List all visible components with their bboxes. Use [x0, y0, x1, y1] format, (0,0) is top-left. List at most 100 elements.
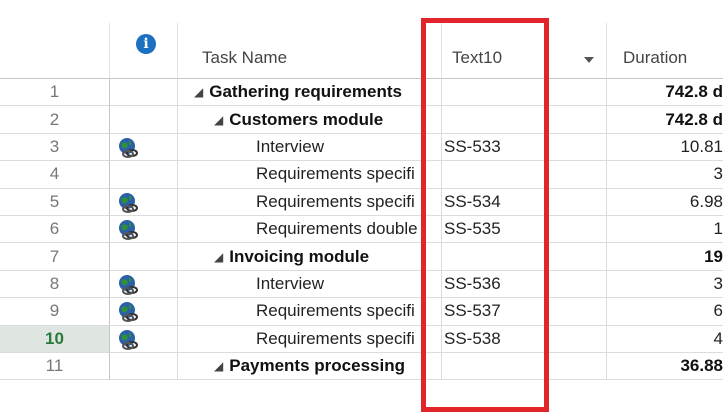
collapse-triangle-icon[interactable]: ◢ [194, 85, 203, 99]
text10-cell[interactable] [442, 243, 607, 271]
globe-link-icon[interactable] [118, 219, 140, 241]
duration-cell[interactable]: 3 [607, 161, 723, 189]
duration-value: 3 [713, 164, 723, 184]
info-icon: i [136, 34, 156, 54]
task-name-cell[interactable]: Interview [178, 270, 442, 299]
row-number[interactable]: 10 [0, 325, 110, 353]
duration-value: 19 [704, 246, 723, 266]
indicators-column-header[interactable]: i [110, 23, 178, 79]
duration-cell[interactable]: 742.8 d [607, 106, 723, 134]
row-number-label: 4 [49, 164, 60, 184]
text10-column-header[interactable]: Text10 [442, 23, 607, 79]
task-name-label: Requirements specifi [256, 301, 415, 321]
text10-cell[interactable] [442, 353, 607, 381]
row-number-label: 1 [49, 82, 60, 102]
duration-cell[interactable]: 742.8 d [607, 79, 723, 107]
duration-cell[interactable]: 1 [607, 216, 723, 244]
duration-value: 36.88 [680, 356, 723, 376]
collapse-triangle-icon[interactable]: ◢ [214, 250, 223, 264]
row-number[interactable]: 2 [0, 106, 110, 134]
globe-link-icon[interactable] [118, 274, 140, 296]
text10-value: SS-534 [444, 191, 501, 211]
duration-value: 742.8 d [665, 82, 723, 102]
duration-cell[interactable]: 19 [607, 243, 723, 271]
indicator-cell[interactable] [110, 106, 178, 134]
globe-link-icon[interactable] [118, 329, 140, 351]
task-name-cell[interactable]: Requirements double [178, 216, 442, 244]
select-all-corner[interactable] [0, 23, 110, 79]
duration-column-header[interactable]: Duration [607, 23, 723, 79]
task-name-column-header[interactable]: Task Name [178, 23, 442, 79]
row-number-label: 5 [49, 191, 60, 211]
duration-value: 6.98 [689, 191, 723, 211]
indicator-cell[interactable] [110, 270, 178, 299]
task-name-cell[interactable]: ◢ Payments processing [178, 353, 442, 381]
task-name-cell[interactable]: ◢ Invoicing module [178, 243, 442, 271]
row-number-label: 6 [49, 219, 60, 239]
duration-cell[interactable]: 3 [607, 271, 723, 299]
duration-cell[interactable]: 10.81 [607, 134, 723, 162]
row-number[interactable]: 5 [0, 188, 110, 216]
text10-value: SS-535 [444, 219, 501, 239]
duration-cell[interactable]: 36.88 [607, 353, 723, 381]
row-number[interactable]: 1 [0, 79, 110, 107]
text10-cell[interactable] [442, 161, 607, 189]
indicator-cell[interactable] [110, 216, 178, 244]
row-number-label: 11 [45, 356, 64, 376]
row-number[interactable]: 7 [0, 243, 110, 271]
task-name-label: Requirements double [256, 219, 418, 239]
task-name-label: Payments processing [229, 356, 405, 376]
task-name-label: Requirements specifi [256, 328, 415, 348]
task-name-cell[interactable]: Requirements specifi [178, 161, 442, 189]
indicator-cell[interactable] [110, 243, 178, 271]
duration-value: 6 [713, 301, 723, 321]
text10-cell[interactable] [442, 106, 607, 134]
duration-cell[interactable]: 4 [607, 326, 723, 353]
collapse-triangle-icon[interactable]: ◢ [214, 359, 223, 373]
row-number-label: 7 [49, 246, 60, 266]
text10-cell[interactable]: SS-538 [442, 325, 607, 353]
task-name-cell[interactable]: ◢ Customers module [178, 106, 442, 134]
text10-value: SS-537 [444, 301, 501, 321]
text10-cell[interactable]: SS-536 [442, 270, 607, 299]
text10-cell[interactable]: SS-534 [442, 188, 607, 216]
chevron-down-icon[interactable] [584, 57, 594, 63]
task-name-label: Invoicing module [229, 246, 370, 266]
globe-link-icon[interactable] [118, 301, 140, 323]
row-number[interactable]: 6 [0, 216, 110, 244]
duration-value: 742.8 d [665, 109, 723, 129]
indicator-cell[interactable] [110, 298, 178, 326]
indicator-cell[interactable] [110, 161, 178, 189]
row-number[interactable]: 8 [0, 270, 110, 299]
globe-link-icon[interactable] [118, 192, 140, 214]
task-name-label: Customers module [229, 109, 384, 129]
task-name-cell[interactable]: Requirements specifi [178, 298, 442, 326]
duration-cell[interactable]: 6.98 [607, 189, 723, 216]
task-name-cell[interactable]: ◢ Gathering requirements [178, 79, 442, 107]
text10-cell[interactable]: SS-533 [442, 133, 607, 162]
duration-header-label: Duration [623, 48, 688, 67]
row-number-label: 10 [45, 328, 64, 348]
row-number[interactable]: 9 [0, 298, 110, 326]
row-number[interactable]: 3 [0, 133, 110, 162]
text10-value: SS-536 [444, 273, 501, 293]
text10-cell[interactable] [442, 79, 607, 107]
task-name-cell[interactable]: Requirements specifi [178, 325, 442, 353]
row-number-label: 3 [49, 136, 60, 156]
indicator-cell[interactable] [110, 79, 178, 107]
text10-cell[interactable]: SS-537 [442, 298, 607, 326]
indicator-cell[interactable] [110, 353, 178, 381]
text10-value: SS-538 [444, 328, 501, 348]
indicator-cell[interactable] [110, 188, 178, 216]
globe-link-icon[interactable] [118, 137, 140, 159]
task-name-cell[interactable]: Requirements specifi [178, 188, 442, 216]
row-number-label: 2 [49, 109, 60, 129]
row-number[interactable]: 4 [0, 161, 110, 189]
duration-cell[interactable]: 6 [607, 298, 723, 326]
text10-cell[interactable]: SS-535 [442, 216, 607, 244]
row-number[interactable]: 11 [0, 353, 110, 381]
task-name-cell[interactable]: Interview [178, 133, 442, 162]
indicator-cell[interactable] [110, 133, 178, 162]
collapse-triangle-icon[interactable]: ◢ [214, 113, 223, 127]
indicator-cell[interactable] [110, 325, 178, 353]
